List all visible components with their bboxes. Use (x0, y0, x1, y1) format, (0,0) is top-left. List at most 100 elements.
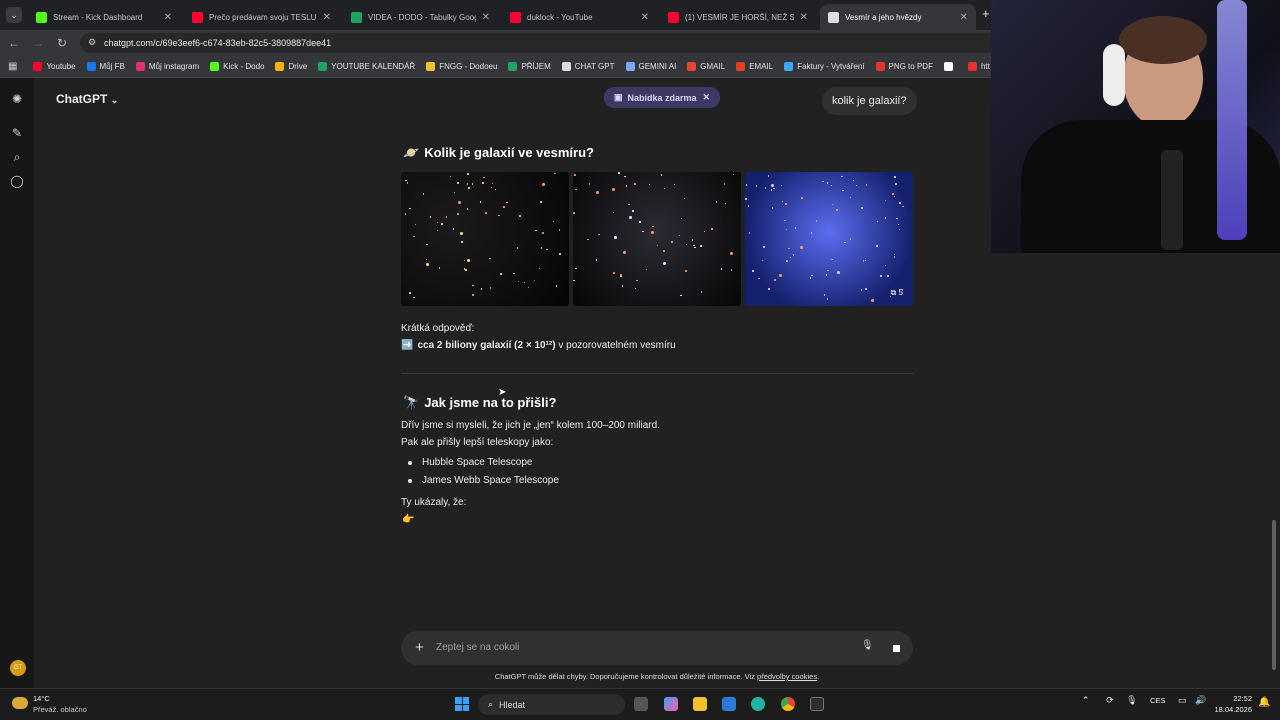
close-tab-icon[interactable]: ✕ (641, 12, 649, 23)
bookmark-item[interactable]: Můj instagram (135, 62, 199, 71)
outlook-icon[interactable] (722, 697, 736, 711)
model-selector[interactable]: ChatGPT ⌄ (56, 92, 118, 106)
edge-icon[interactable] (751, 697, 765, 711)
free-offer-badge[interactable]: ▣ Nabídka zdarma ✕ (604, 87, 721, 108)
star-dot (629, 216, 633, 220)
chevron-up-icon[interactable]: ⌃ (1082, 695, 1090, 705)
star-dot (894, 176, 896, 178)
star-dot (724, 202, 727, 205)
star-dot (901, 289, 904, 291)
new-tab-button[interactable]: + (982, 6, 990, 21)
new-chat-icon[interactable]: ✎ (10, 126, 24, 140)
star-dot (884, 217, 887, 219)
tab-4[interactable]: duklock - YouTube ✕ (502, 4, 657, 30)
heading-1-text: Kolik je galaxií ve vesmíru? (424, 145, 594, 160)
close-tab-icon[interactable]: ✕ (164, 12, 172, 23)
bookmark-item[interactable]: Youtube (33, 62, 76, 71)
search-icon[interactable]: ⌕ (10, 150, 24, 164)
windows-start-icon[interactable] (455, 697, 469, 711)
close-tab-icon[interactable]: ✕ (323, 12, 331, 23)
tab-5[interactable]: (1) VESMÍR JE HORŠÍ, NEŽ SI M ✕ (660, 4, 816, 30)
close-icon[interactable]: ✕ (703, 92, 711, 103)
microphone-icon[interactable]: 🎙 (861, 640, 874, 651)
bookmark-label: GEMINI AI (638, 62, 677, 71)
bookmark-item[interactable]: CHAT GPT (561, 62, 615, 71)
star-dot (472, 284, 474, 287)
star-dot (480, 288, 483, 290)
bookmark-item[interactable]: PNG to PDF (875, 62, 933, 71)
tab-2[interactable]: Prečo predávam svoju TESLU - ✕ (184, 4, 339, 30)
taskbar-search[interactable]: ⌕ Hledat (478, 694, 625, 715)
bookmark-item[interactable]: Kick - Dodo (210, 62, 264, 71)
stop-button[interactable] (885, 637, 907, 659)
bookmark-item[interactable]: GEMINI AI (625, 62, 677, 71)
galaxy-image-1[interactable] (401, 172, 569, 306)
bookmark-item[interactable]: GMAIL (687, 62, 725, 71)
file-explorer-icon[interactable] (693, 697, 707, 711)
tab-title: Vesmír a jeho hvězdy (845, 12, 922, 22)
star-dot (463, 268, 466, 270)
telescope-emoji: 🔭 (403, 395, 420, 410)
close-tab-icon[interactable]: ✕ (800, 12, 808, 23)
url-text: chatgpt.com/c/69e3eef6-c674-83eb-82c5-38… (104, 38, 332, 48)
sync-icon[interactable]: ⟳ (1106, 695, 1114, 705)
back-icon[interactable]: ← (2, 36, 26, 50)
star-dot (842, 189, 844, 192)
cookie-preferences-link[interactable]: předvolby cookies (757, 672, 817, 681)
plus-icon[interactable]: + (415, 639, 424, 656)
bookmark-item[interactable]: YOUTUBE KALENDÁŘ (318, 62, 415, 71)
bookmark-item[interactable]: htt (967, 62, 990, 71)
reload-icon[interactable]: ↻ (50, 36, 74, 50)
star-dot (895, 183, 897, 185)
chat-bubble-icon[interactable]: ◯ (10, 174, 24, 188)
star-dot (538, 267, 541, 270)
scrollbar[interactable] (1272, 520, 1276, 670)
star-dot (780, 184, 783, 187)
galaxy-image-3[interactable]: ⧉ 5 (745, 172, 913, 306)
bookmark-item[interactable] (943, 62, 957, 71)
copilot-icon[interactable] (664, 697, 678, 711)
star-dot (864, 259, 867, 262)
bookmark-item[interactable]: Můj FB (86, 62, 125, 71)
star-dot (612, 187, 616, 191)
terminal-icon[interactable] (810, 697, 824, 711)
disclaimer: ChatGPT může dělat chyby. Doporučujeme k… (34, 672, 1280, 681)
tab-6[interactable]: Vesmír a jeho hvězdy ✕ (820, 4, 976, 30)
network-icon[interactable]: ▭ (1178, 695, 1187, 705)
tab-3[interactable]: VIDEA - DODO - Tabulky Googl ✕ (343, 4, 498, 30)
star-dot (472, 294, 474, 296)
message-composer[interactable]: + Zeptej se na cokoli 🎙 (401, 631, 913, 665)
avatar[interactable]: GT (10, 660, 26, 676)
task-view-icon[interactable] (634, 697, 648, 711)
bookmark-item[interactable]: EMAIL (736, 62, 773, 71)
bookmark-item[interactable]: PŘÍJEM (508, 62, 551, 71)
tab-1[interactable]: Stream - Kick Dashboard ✕ (28, 4, 180, 30)
tab-search-button[interactable]: ⌄ (6, 7, 22, 23)
star-dot (680, 294, 682, 297)
star-dot (527, 286, 530, 289)
star-dot (540, 247, 543, 249)
openai-logo-icon[interactable]: ✺ (10, 92, 24, 106)
star-dot (460, 231, 464, 235)
star-dot (745, 184, 748, 186)
close-tab-icon[interactable]: ✕ (482, 12, 490, 23)
volume-icon[interactable]: 🔊 (1195, 695, 1206, 705)
language-indicator[interactable]: CES (1150, 696, 1165, 705)
mic-tray-icon[interactable]: 🎙 (1126, 695, 1137, 705)
notification-bell-icon[interactable]: 🔔 (1258, 697, 1270, 708)
bookmark-label: Můj FB (99, 62, 125, 71)
forward-icon[interactable]: → (26, 36, 50, 50)
chrome-icon[interactable] (781, 697, 795, 711)
apps-icon[interactable]: ▦ (8, 61, 17, 72)
close-tab-icon[interactable]: ✕ (960, 12, 968, 23)
site-info-icon[interactable]: ⚙ (88, 37, 96, 48)
bookmark-item[interactable]: Drive (275, 62, 307, 71)
star-dot (489, 257, 491, 260)
galaxy-image-2[interactable] (573, 172, 741, 306)
star-dot (574, 174, 576, 176)
composer-placeholder[interactable]: Zeptej se na cokoli (436, 642, 519, 653)
bookmark-item[interactable]: Faktury - Vytváření (784, 62, 865, 71)
bookmark-item[interactable]: FNGG - Dodoeu (426, 62, 497, 71)
star-dot (730, 269, 732, 271)
clock[interactable]: 22:52 18.04.2026 (1210, 693, 1252, 715)
